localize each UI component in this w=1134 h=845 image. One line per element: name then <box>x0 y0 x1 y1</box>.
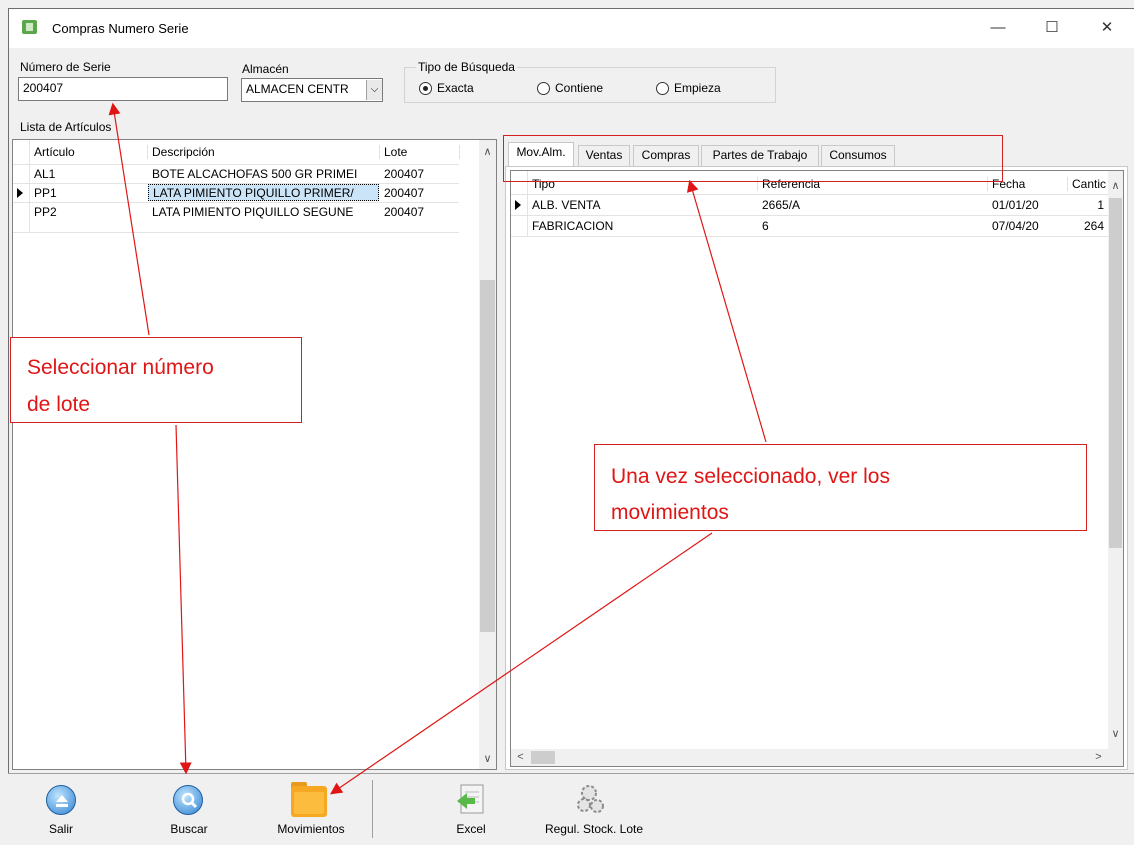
arrow-to-movimientos <box>330 532 713 795</box>
arrow-to-buscar <box>175 424 192 775</box>
arrow-to-tabs <box>686 179 767 443</box>
arrow-to-serial <box>108 102 150 336</box>
annotation-arrows <box>108 102 767 795</box>
